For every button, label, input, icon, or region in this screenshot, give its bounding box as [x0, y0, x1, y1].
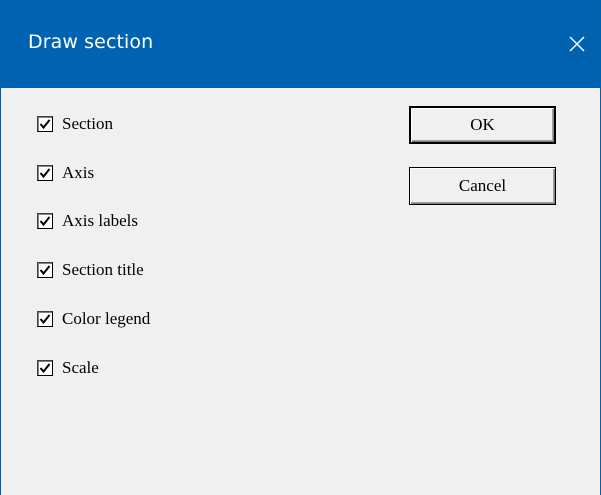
- color-legend-checkbox[interactable]: [37, 311, 53, 327]
- section-checkbox[interactable]: [37, 116, 53, 132]
- section-label: Section: [62, 114, 113, 133]
- scale-label: Scale: [62, 358, 99, 377]
- cancel-button[interactable]: Cancel: [409, 167, 556, 205]
- window-title: Draw section: [28, 31, 154, 53]
- close-button[interactable]: [554, 24, 600, 64]
- checkmark-icon: [39, 363, 51, 374]
- axis-labels-checkbox[interactable]: [37, 213, 53, 229]
- checkmark-icon: [39, 265, 51, 276]
- close-icon: [569, 36, 585, 52]
- checkmark-icon: [39, 119, 51, 130]
- title-bar: Draw section: [1, 0, 600, 88]
- section-title-label: Section title: [62, 260, 144, 279]
- option-section-title[interactable]: Section title: [37, 259, 144, 281]
- option-axis-labels[interactable]: Axis labels: [37, 210, 138, 232]
- axis-label: Axis: [62, 163, 95, 182]
- option-scale[interactable]: Scale: [37, 357, 99, 379]
- option-color-legend[interactable]: Color legend: [37, 308, 150, 330]
- ok-button[interactable]: OK: [409, 106, 556, 144]
- axis-labels-label: Axis labels: [62, 211, 139, 230]
- checkmark-icon: [39, 314, 51, 325]
- section-title-checkbox[interactable]: [37, 262, 53, 278]
- checkmark-icon: [39, 216, 51, 227]
- color-legend-label: Color legend: [62, 309, 151, 328]
- option-section[interactable]: Section: [37, 113, 113, 135]
- option-axis[interactable]: Axis: [37, 162, 94, 184]
- checkmark-icon: [39, 168, 51, 179]
- axis-checkbox[interactable]: [37, 165, 53, 181]
- draw-section-dialog: Draw section Section Axis Axis labels Se…: [0, 0, 601, 495]
- scale-checkbox[interactable]: [37, 360, 53, 376]
